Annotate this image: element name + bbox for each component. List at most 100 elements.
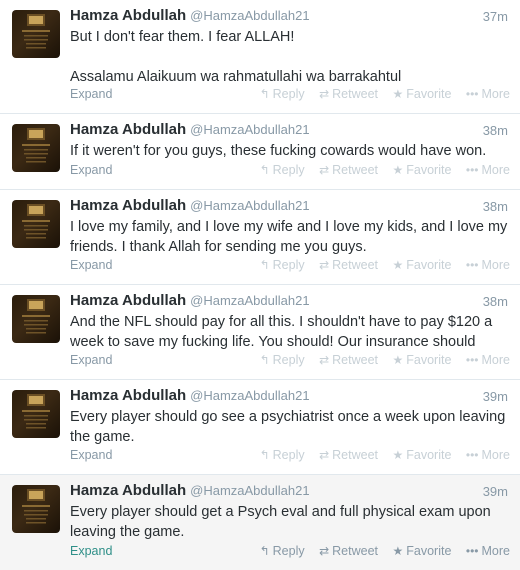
author-name[interactable]: Hamza Abdullah bbox=[70, 7, 186, 24]
tweet-item[interactable]: Hamza Abdullah @HamzaAbdullah21 39m Every… bbox=[0, 380, 520, 475]
retweet-button[interactable]: ⇄ Retweet bbox=[319, 258, 378, 272]
expand-link[interactable]: Expand bbox=[70, 448, 112, 462]
avatar[interactable] bbox=[12, 295, 60, 343]
tweet-item[interactable]: Hamza Abdullah @HamzaAbdullah21 38m And t… bbox=[0, 285, 520, 380]
tweet-text: Every player should get a Psych eval and… bbox=[70, 504, 491, 540]
avatar[interactable] bbox=[12, 390, 60, 438]
ellipsis-icon: ••• bbox=[465, 353, 479, 367]
tweet-timestamp[interactable]: 38m bbox=[483, 123, 508, 138]
tweet-timestamp[interactable]: 39m bbox=[483, 484, 508, 499]
more-label: More bbox=[481, 258, 510, 272]
author-username[interactable]: @HamzaAbdullah21 bbox=[190, 483, 309, 498]
more-button[interactable]: ••• More bbox=[466, 87, 510, 101]
tweet-text: Every player should go see a psychiatris… bbox=[70, 409, 506, 445]
more-button[interactable]: ••• More bbox=[466, 544, 510, 558]
author-name[interactable]: Hamza Abdullah bbox=[70, 197, 186, 214]
reply-button[interactable]: ↰ Reply bbox=[260, 448, 305, 462]
reply-label: Reply bbox=[272, 448, 305, 462]
favorite-button[interactable]: ★ Favorite bbox=[393, 544, 452, 558]
retweet-button[interactable]: ⇄ Retweet bbox=[319, 544, 378, 558]
tweet-item[interactable]: Hamza Abdullah @HamzaAbdullah21 38m If it… bbox=[0, 114, 520, 190]
retweet-label: Retweet bbox=[332, 544, 379, 558]
tweet-timeline: Hamza Abdullah @HamzaAbdullah21 37m But I… bbox=[0, 0, 520, 570]
tweet-text: I love my family, and I love my wife and… bbox=[70, 219, 508, 255]
favorite-button[interactable]: ★ Favorite bbox=[393, 258, 452, 272]
tweet-timestamp[interactable]: 39m bbox=[483, 389, 508, 404]
avatar[interactable] bbox=[12, 485, 60, 533]
favorite-button[interactable]: ★ Favorite bbox=[393, 87, 452, 101]
expand-link[interactable]: Expand bbox=[70, 163, 112, 177]
tweet-actions: ↰ Reply ⇄ Retweet ★ Favorite ••• More bbox=[249, 87, 510, 101]
retweet-label: Retweet bbox=[332, 87, 379, 101]
more-button[interactable]: ••• More bbox=[466, 353, 510, 367]
tweet-item[interactable]: Hamza Abdullah @HamzaAbdullah21 38m I lov… bbox=[0, 190, 520, 285]
author-name[interactable]: Hamza Abdullah bbox=[70, 387, 186, 404]
retweet-button[interactable]: ⇄ Retweet bbox=[319, 87, 378, 101]
tweet-header: Hamza Abdullah @HamzaAbdullah21 37m bbox=[70, 7, 508, 27]
more-button[interactable]: ••• More bbox=[466, 448, 510, 462]
author-name[interactable]: Hamza Abdullah bbox=[70, 482, 186, 499]
author-username[interactable]: @HamzaAbdullah21 bbox=[190, 293, 309, 308]
expand-link[interactable]: Expand bbox=[70, 87, 112, 101]
favorite-button[interactable]: ★ Favorite bbox=[393, 353, 452, 367]
retweet-icon: ⇄ bbox=[319, 544, 330, 558]
star-icon: ★ bbox=[392, 544, 404, 558]
ellipsis-icon: ••• bbox=[465, 163, 479, 177]
tweet-item[interactable]: Hamza Abdullah @HamzaAbdullah21 39m Every… bbox=[0, 475, 520, 570]
tweet-text: If it weren't for you guys, these fuckin… bbox=[70, 143, 487, 159]
expand-link[interactable]: Expand bbox=[70, 544, 112, 558]
tweet-header: Hamza Abdullah @HamzaAbdullah21 38m bbox=[70, 292, 508, 312]
tweet-footer: Expand ↰ Reply ⇄ Retweet ★ Favorite ••• More bbox=[70, 353, 510, 369]
tweet-actions: ↰ Reply ⇄ Retweet ★ Favorite ••• More bbox=[249, 258, 510, 272]
tweet-timestamp[interactable]: 37m bbox=[483, 9, 508, 24]
reply-label: Reply bbox=[272, 258, 305, 272]
reply-arrow-icon: ↰ bbox=[259, 258, 270, 272]
avatar[interactable] bbox=[12, 10, 60, 58]
more-button[interactable]: ••• More bbox=[466, 163, 510, 177]
expand-link[interactable]: Expand bbox=[70, 258, 112, 272]
retweet-label: Retweet bbox=[332, 163, 379, 177]
tweet-text: And the NFL should pay for all this. I s… bbox=[70, 314, 493, 350]
reply-arrow-icon: ↰ bbox=[259, 87, 270, 101]
reply-arrow-icon: ↰ bbox=[259, 353, 270, 367]
author-username[interactable]: @HamzaAbdullah21 bbox=[190, 198, 309, 213]
favorite-button[interactable]: ★ Favorite bbox=[393, 163, 452, 177]
star-icon: ★ bbox=[392, 87, 404, 101]
more-label: More bbox=[481, 544, 510, 558]
tweet-footer: Expand ↰ Reply ⇄ Retweet ★ Favorite ••• More bbox=[70, 87, 510, 103]
star-icon: ★ bbox=[392, 163, 404, 177]
retweet-button[interactable]: ⇄ Retweet bbox=[319, 163, 378, 177]
ellipsis-icon: ••• bbox=[465, 258, 479, 272]
author-name[interactable]: Hamza Abdullah bbox=[70, 292, 186, 309]
star-icon: ★ bbox=[392, 258, 404, 272]
favorite-button[interactable]: ★ Favorite bbox=[393, 448, 452, 462]
favorite-label: Favorite bbox=[406, 353, 452, 367]
retweet-button[interactable]: ⇄ Retweet bbox=[319, 353, 378, 367]
author-username[interactable]: @HamzaAbdullah21 bbox=[190, 388, 309, 403]
reply-button[interactable]: ↰ Reply bbox=[260, 258, 305, 272]
more-button[interactable]: ••• More bbox=[466, 258, 510, 272]
author-username[interactable]: @HamzaAbdullah21 bbox=[190, 122, 309, 137]
author-name[interactable]: Hamza Abdullah bbox=[70, 121, 186, 138]
reply-button[interactable]: ↰ Reply bbox=[260, 544, 305, 558]
favorite-label: Favorite bbox=[406, 163, 452, 177]
reply-button[interactable]: ↰ Reply bbox=[260, 353, 305, 367]
retweet-button[interactable]: ⇄ Retweet bbox=[319, 448, 378, 462]
tweet-header: Hamza Abdullah @HamzaAbdullah21 39m bbox=[70, 387, 508, 407]
author-username[interactable]: @HamzaAbdullah21 bbox=[190, 8, 309, 23]
avatar[interactable] bbox=[12, 200, 60, 248]
retweet-icon: ⇄ bbox=[319, 87, 330, 101]
tweet-item[interactable]: Hamza Abdullah @HamzaAbdullah21 37m But I… bbox=[0, 0, 520, 114]
reply-button[interactable]: ↰ Reply bbox=[260, 87, 305, 101]
expand-link[interactable]: Expand bbox=[70, 353, 112, 367]
more-label: More bbox=[481, 353, 510, 367]
tweet-footer: Expand ↰ Reply ⇄ Retweet ★ Favorite ••• More bbox=[70, 258, 510, 274]
reply-label: Reply bbox=[272, 163, 305, 177]
tweet-timestamp[interactable]: 38m bbox=[483, 199, 508, 214]
tweet-footer: Expand ↰ Reply ⇄ Retweet ★ Favorite ••• More bbox=[70, 163, 510, 179]
tweet-actions: ↰ Reply ⇄ Retweet ★ Favorite ••• More bbox=[249, 544, 510, 558]
ellipsis-icon: ••• bbox=[465, 544, 479, 558]
avatar[interactable] bbox=[12, 124, 60, 172]
reply-button[interactable]: ↰ Reply bbox=[260, 163, 305, 177]
tweet-timestamp[interactable]: 38m bbox=[483, 294, 508, 309]
